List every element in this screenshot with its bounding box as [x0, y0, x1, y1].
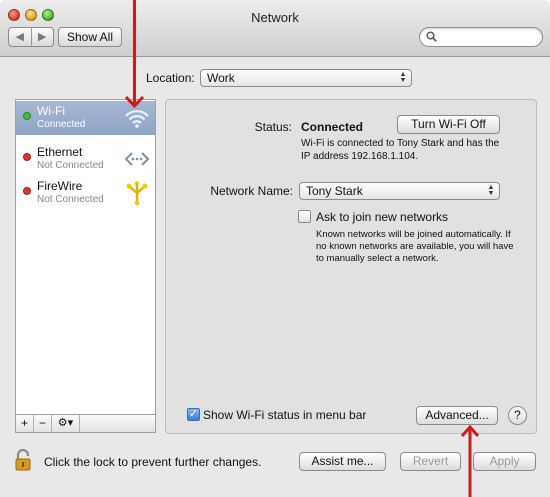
- service-name: Wi-Fi: [37, 104, 65, 118]
- advanced-button[interactable]: Advanced...: [416, 406, 498, 425]
- status-dot-icon: [23, 187, 31, 195]
- firewire-icon: [126, 181, 148, 206]
- service-status: Connected: [37, 119, 86, 130]
- ethernet-icon: [124, 152, 150, 166]
- status-dot-icon: [23, 153, 31, 161]
- location-value: Work: [207, 71, 235, 85]
- search-field[interactable]: [419, 27, 543, 47]
- show-all-button[interactable]: Show All: [58, 27, 122, 47]
- service-status: Not Connected: [37, 160, 104, 171]
- back-forward-control: ◀ ▶: [8, 27, 54, 47]
- network-name-popup[interactable]: Tony Stark ▲ ▼: [299, 182, 500, 200]
- forward-button[interactable]: ▶: [30, 28, 54, 46]
- ask-to-join-label[interactable]: Ask to join new networks: [316, 210, 448, 224]
- network-name-label: Network Name:: [210, 184, 293, 198]
- help-button[interactable]: ?: [508, 406, 527, 425]
- service-status: Not Connected: [37, 194, 104, 205]
- service-item-firewire[interactable]: FireWire Not Connected: [16, 176, 155, 210]
- revert-button[interactable]: Revert: [400, 452, 461, 471]
- network-preferences-window: Network ◀ ▶ Show All Location: Work ▲ ▼ W…: [0, 0, 550, 497]
- status-dot-icon: [23, 112, 31, 120]
- wifi-icon: [125, 110, 149, 128]
- service-list-toolbar: + − ⚙▾: [15, 414, 156, 433]
- ask-to-join-description: Known networks will be joined automatica…: [316, 229, 514, 264]
- location-popup[interactable]: Work ▲ ▼: [200, 69, 412, 87]
- service-list: Wi-Fi Connected Ethernet Not Connected F…: [15, 99, 156, 432]
- window-title: Network: [251, 10, 299, 25]
- gear-menu-button[interactable]: ⚙▾: [52, 415, 80, 432]
- assist-me-button[interactable]: Assist me...: [299, 452, 386, 471]
- remove-service-button[interactable]: −: [34, 415, 52, 432]
- status-description: Wi-Fi is connected to Tony Stark and has…: [301, 138, 500, 162]
- back-button[interactable]: ◀: [9, 28, 31, 46]
- show-wifi-status-label[interactable]: Show Wi-Fi status in menu bar: [203, 408, 366, 422]
- service-item-ethernet[interactable]: Ethernet Not Connected: [16, 142, 155, 176]
- status-label: Status:: [254, 120, 292, 134]
- location-label: Location:: [146, 71, 195, 85]
- network-name-value: Tony Stark: [306, 184, 363, 198]
- apply-button[interactable]: Apply: [473, 452, 536, 471]
- show-wifi-status-checkbox[interactable]: ✓: [187, 408, 200, 421]
- service-item-wifi[interactable]: Wi-Fi Connected: [16, 101, 155, 135]
- lock-message: Click the lock to prevent further change…: [44, 455, 262, 469]
- annotation-arrow-top-line: [133, 0, 136, 88]
- service-name: Ethernet: [37, 145, 83, 159]
- lock-icon[interactable]: [14, 449, 34, 471]
- service-name: FireWire: [37, 179, 83, 193]
- search-icon: [426, 31, 437, 42]
- popup-arrows-icon: ▲ ▼: [399, 71, 407, 84]
- add-service-button[interactable]: +: [16, 415, 34, 432]
- ask-to-join-checkbox[interactable]: [298, 210, 311, 223]
- turn-wifi-off-button[interactable]: Turn Wi-Fi Off: [397, 115, 500, 134]
- popup-arrows-icon: ▲ ▼: [487, 184, 495, 197]
- title-bar: Network ◀ ▶ Show All: [0, 0, 550, 57]
- status-value: Connected: [301, 120, 364, 134]
